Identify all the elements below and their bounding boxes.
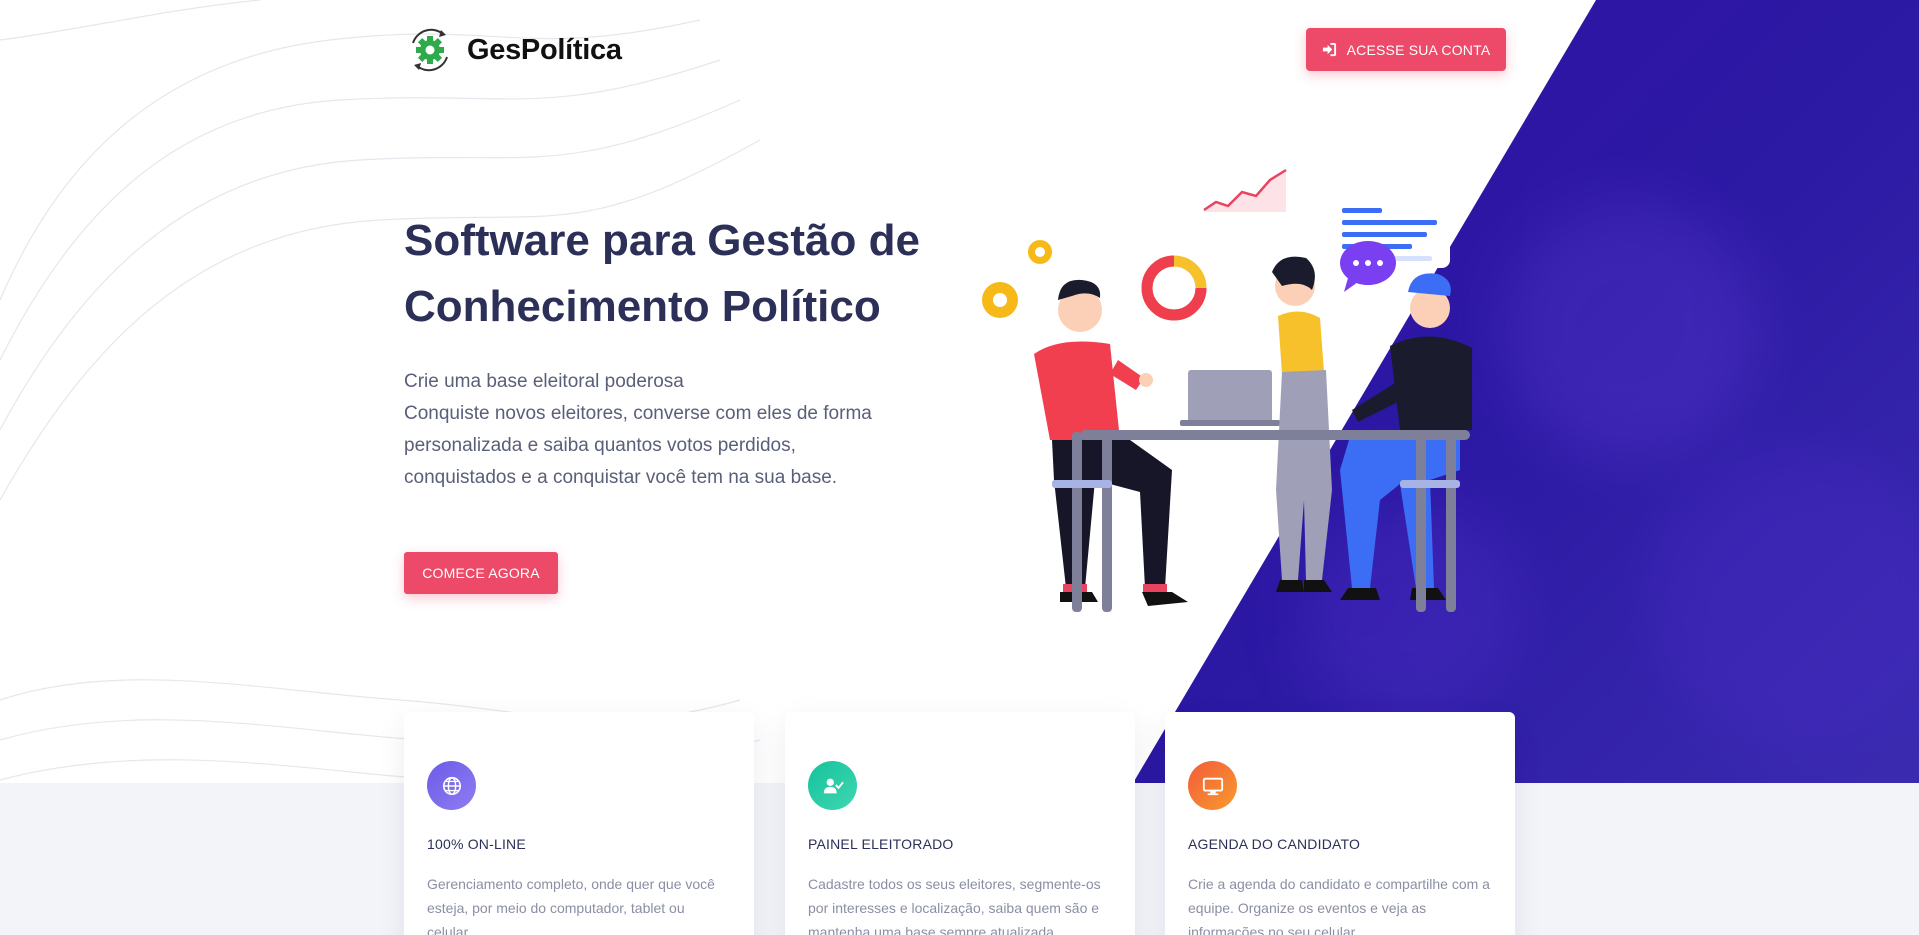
gears-decoration-icon [982,240,1052,318]
team-illustration [982,156,1472,612]
feature-card-online: 100% ON-LINE Gerenciamento completo, ond… [404,712,754,935]
feature-description: Crie a agenda do candidato e compartilhe… [1188,876,1490,935]
person-yellow-shirt [1272,256,1332,592]
feature-card-candidate-agenda: AGENDA DO CANDIDATO Crie a agenda do can… [1165,712,1515,935]
hero-title: Software para Gestão de Conhecimento Pol… [404,208,924,340]
feature-description: Cadastre todos os seus eleitores, segmen… [808,876,1101,935]
feature-icon-circle [808,761,857,810]
hero-subtitle-line: conquistados e a conquistar você tem na … [404,467,838,488]
hero-subtitle-line: personalizada e saiba quantos votos perd… [404,435,796,456]
hero-subtitle-line: Crie uma base eleitoral poderosa [404,371,684,392]
line-chart-card-icon [1192,156,1300,218]
sign-in-icon [1322,42,1336,57]
feature-card-voters-panel: PAINEL ELEITORADO Cadastre todos os seus… [785,712,1135,935]
brand-name: GesPolítica [467,33,622,66]
start-now-button[interactable]: COMECE AGORA [404,552,558,594]
feature-title: PAINEL ELEITORADO [808,836,954,852]
login-button-label: ACESSE SUA CONTA [1346,41,1491,58]
feature-icon-circle [427,761,476,810]
globe-icon [442,776,461,795]
hero-title-line: Software para Gestão de [404,216,920,265]
feature-description: Gerenciamento completo, onde quer que vo… [427,876,715,935]
donut-chart-icon [1128,242,1220,334]
hero-title-line: Conhecimento Político [404,282,881,331]
feature-title: 100% ON-LINE [427,836,526,852]
hero-subtitle: Crie uma base eleitoral poderosa Conquis… [404,366,924,494]
monitor-icon [1202,777,1223,795]
user-check-icon [823,778,844,793]
laptop-icon [1180,420,1280,426]
gear-logo-icon [412,28,448,72]
start-now-button-label: COMECE AGORA [422,565,540,581]
landing-page: GesPolítica ACESSE SUA CONTA Software pa… [0,0,1919,935]
feature-icon-circle [1188,761,1237,810]
login-button[interactable]: ACESSE SUA CONTA [1306,28,1506,71]
feature-title: AGENDA DO CANDIDATO [1188,836,1361,852]
brand-logo[interactable]: GesPolítica [405,25,622,75]
hero-subtitle-line: Conquiste novos eleitores, converse com … [404,403,872,424]
